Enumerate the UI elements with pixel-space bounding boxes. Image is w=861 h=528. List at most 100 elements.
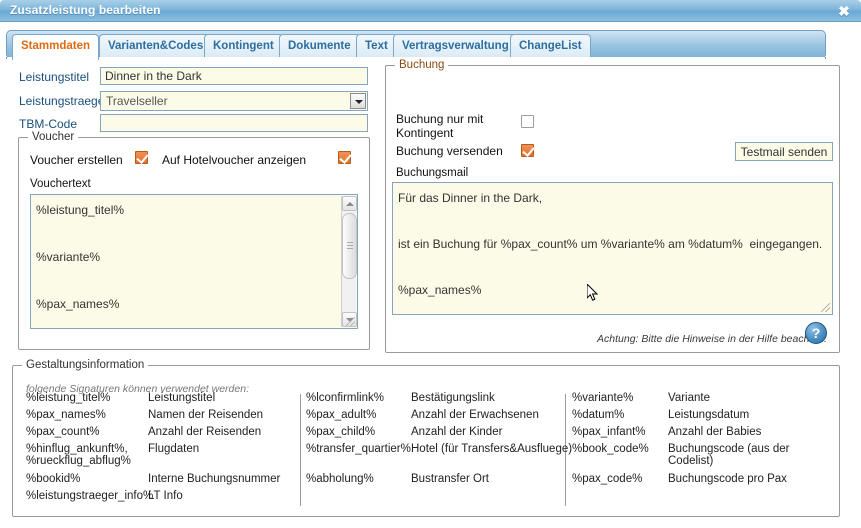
- label-hotelvoucher-anzeigen: Auf Hotelvoucher anzeigen: [162, 153, 306, 167]
- hotelvoucher-anzeigen-checkbox[interactable]: [338, 151, 351, 164]
- signature-key: %pax_adult%: [306, 409, 376, 421]
- signature-value: Anzahl der Erwachsenen: [411, 409, 539, 421]
- signature-key: %pax_names%: [26, 409, 106, 421]
- signature-key: %leistung_titel%: [26, 392, 110, 404]
- signature-value: Leistungsdatum: [668, 409, 749, 421]
- tab-vertragsverwaltung[interactable]: Vertragsverwaltung: [393, 34, 518, 57]
- signature-key: %lconfirmlink%: [306, 392, 384, 404]
- signature-key-cont: %rueckflug_abflug%: [26, 455, 131, 467]
- label-buchungsmail: Buchungsmail: [396, 167, 468, 179]
- label-tbm-code: TBM-Code: [19, 117, 77, 131]
- label-leistungstraeger: Leistungstraeger: [19, 94, 108, 108]
- signature-row: %pax_code% Buchungscode pro Pax: [572, 473, 832, 490]
- tab-dokumente[interactable]: Dokumente: [279, 34, 360, 57]
- signature-row: %pax_child% Anzahl der Kinder: [306, 426, 562, 443]
- signature-column-1: %leistung_titel% Leistungstitel %pax_nam…: [26, 392, 296, 507]
- vouchertext-scrollbar[interactable]: [341, 196, 356, 327]
- signature-value-cont: Codelist): [668, 455, 713, 467]
- vouchertext-textarea[interactable]: %leistung_titel% %variante% %pax_names% …: [30, 194, 358, 329]
- signature-key: %hinflug_ankunft%,: [26, 443, 128, 455]
- buchung-hint-text: Achtung: Bitte die Hinweise in der Hilfe…: [597, 333, 827, 345]
- signature-row: %pax_names% Namen der Reisenden: [26, 409, 296, 426]
- close-icon[interactable]: ✖: [835, 2, 853, 20]
- signature-value: Buchungscode (aus der: [668, 443, 789, 455]
- testmail-senden-button[interactable]: Testmail senden: [735, 142, 833, 161]
- window-titlebar: Zusatzleistung bearbeiten ✖: [0, 0, 861, 22]
- signature-row: %variante% Variante: [572, 392, 832, 409]
- leistungstitel-input[interactable]: [100, 67, 368, 85]
- signature-value: Anzahl der Reisenden: [148, 426, 261, 438]
- signature-value: Buchungscode pro Pax: [668, 473, 787, 485]
- tab-stammdaten[interactable]: Stammdaten: [12, 34, 99, 60]
- signature-key: %pax_count%: [26, 426, 100, 438]
- signature-value: LT Info: [148, 490, 183, 502]
- signature-value: Anzahl der Kinder: [411, 426, 502, 438]
- signature-value: Leistungstitel: [148, 392, 215, 404]
- signature-key: %transfer_quartier%: [306, 443, 411, 455]
- signature-column-2: %lconfirmlink% Bestätigungslink %pax_adu…: [306, 392, 562, 490]
- label-voucher-erstellen: Voucher erstellen: [30, 153, 123, 167]
- buchung-legend: Buchung: [395, 59, 448, 71]
- tab-kontingent[interactable]: Kontingent: [204, 34, 283, 57]
- signature-row: %leistungstraeger_info% LT Info: [26, 490, 296, 507]
- buchungsmail-value: Für das Dinner in the Dark, ist ein Buch…: [398, 187, 824, 315]
- signature-key: %variante%: [572, 392, 633, 404]
- tab-varianten-codes[interactable]: Varianten&Codes: [99, 34, 212, 57]
- signature-row: %pax_adult% Anzahl der Erwachsenen: [306, 409, 562, 426]
- signature-row: %book_code% Buchungscode (aus der Codeli…: [572, 443, 832, 473]
- signature-value: Bestätigungslink: [411, 392, 495, 404]
- scroll-up-icon[interactable]: [342, 196, 357, 211]
- signature-value: Interne Buchungsnummer: [148, 473, 280, 485]
- signature-value: Variante: [668, 392, 710, 404]
- buchung-versenden-checkbox[interactable]: [521, 144, 534, 157]
- tbm-code-input[interactable]: [100, 114, 368, 132]
- tab-text[interactable]: Text: [356, 34, 397, 57]
- label-buchung-nur-mit-kontingent-line1: Buchung nur mit: [396, 112, 483, 126]
- column-divider-1: [300, 394, 301, 506]
- signature-row: %leistung_titel% Leistungstitel: [26, 392, 296, 409]
- signature-key: %pax_child%: [306, 426, 375, 438]
- buchungsmail-textarea[interactable]: Für das Dinner in the Dark, ist ein Buch…: [392, 182, 833, 315]
- signature-key: %bookid%: [26, 473, 80, 485]
- signature-column-3: %variante% Variante %datum% Leistungsdat…: [572, 392, 832, 490]
- signature-key: %abholung%: [306, 473, 374, 485]
- label-leistungstitel: Leistungstitel: [19, 70, 89, 84]
- signature-value: Flugdaten: [148, 443, 199, 455]
- vouchertext-value: %leistung_titel% %variante% %pax_names% …: [36, 199, 339, 329]
- signature-value: Hotel (für Transfers&Ausfluege): [411, 443, 572, 455]
- buchung-nur-mit-kontingent-checkbox[interactable]: [521, 115, 534, 128]
- signature-row: %lconfirmlink% Bestätigungslink: [306, 392, 562, 409]
- voucher-erstellen-checkbox[interactable]: [135, 151, 148, 164]
- resize-handle-icon[interactable]: [346, 317, 355, 326]
- signature-value: Bustransfer Ort: [411, 473, 489, 485]
- voucher-legend: Voucher: [28, 131, 78, 143]
- label-buchung-versenden: Buchung versenden: [396, 144, 503, 158]
- signature-row: %transfer_quartier% Hotel (für Transfers…: [306, 443, 562, 473]
- signature-row: %datum% Leistungsdatum: [572, 409, 832, 426]
- window-title: Zusatzleistung bearbeiten: [10, 3, 161, 17]
- signature-key: %book_code%: [572, 443, 649, 455]
- tab-changelist[interactable]: ChangeList: [510, 34, 591, 57]
- signature-value: Namen der Reisenden: [148, 409, 263, 421]
- scrollbar-thumb[interactable]: [342, 213, 357, 279]
- label-vouchertext: Vouchertext: [30, 178, 91, 190]
- label-buchung-nur-mit-kontingent-line2: Kontingent: [396, 126, 453, 140]
- buchungsmail-resize-handle-icon[interactable]: [821, 303, 830, 312]
- signature-key: %leistungstraeger_info%: [26, 490, 153, 502]
- signature-row: %bookid% Interne Buchungsnummer: [26, 473, 296, 490]
- leistungstraeger-selected-value: Travelseller: [106, 94, 168, 108]
- tab-strip: Stammdaten Varianten&Codes Kontingent Do…: [6, 30, 826, 59]
- leistungstraeger-select[interactable]: Travelseller: [100, 91, 368, 111]
- signature-key: %pax_infant%: [572, 426, 646, 438]
- signature-row: %pax_infant% Anzahl der Babies: [572, 426, 832, 443]
- chevron-down-icon[interactable]: [350, 93, 366, 109]
- application-window: Zusatzleistung bearbeiten ✖ Stammdaten V…: [0, 0, 861, 528]
- signature-key: %datum%: [572, 409, 624, 421]
- signature-row: %pax_count% Anzahl der Reisenden: [26, 426, 296, 443]
- signature-row: %hinflug_ankunft%, %rueckflug_abflug% Fl…: [26, 443, 296, 473]
- help-icon[interactable]: ?: [805, 322, 827, 344]
- signature-row: %abholung% Bustransfer Ort: [306, 473, 562, 490]
- signature-value: Anzahl der Babies: [668, 426, 761, 438]
- gestaltungsinformation-legend: Gestaltungsinformation: [22, 359, 148, 371]
- signature-key: %pax_code%: [572, 473, 642, 485]
